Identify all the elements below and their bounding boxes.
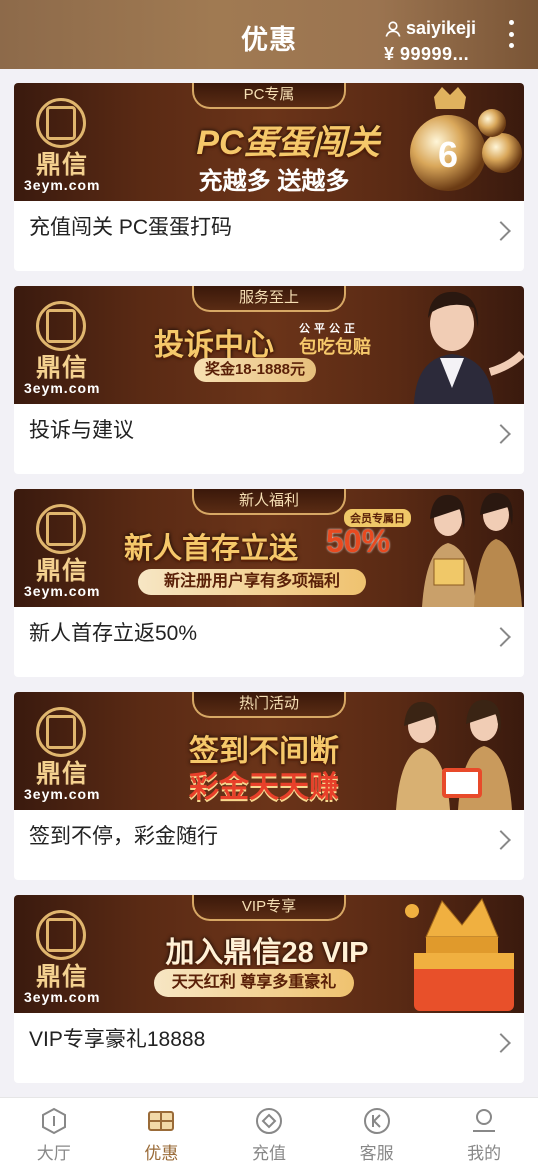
site-url: 3eym.com xyxy=(24,177,101,193)
promo-title: VIP专享豪礼18888 xyxy=(29,1028,206,1051)
brand-name: 鼎信 xyxy=(36,151,89,179)
svg-text:6: 6 xyxy=(438,134,458,175)
banner-sub: 新注册用户享有多项福利 xyxy=(138,569,366,595)
site-url: 3eym.com xyxy=(24,583,101,599)
brand-logo-icon xyxy=(36,504,86,554)
agent-portrait-icon xyxy=(414,291,524,404)
tab-label: 优惠 xyxy=(144,1144,179,1163)
bottom-tab-bar: 大厅 优惠 充值 客服 我的 xyxy=(0,1097,538,1165)
banner-tab: 新人福利 xyxy=(192,489,346,515)
brand-name: 鼎信 xyxy=(36,557,89,585)
site-url: 3eym.com xyxy=(24,380,101,396)
brand-logo-icon xyxy=(36,301,86,351)
more-menu-icon[interactable] xyxy=(503,20,519,48)
chevron-right-icon[interactable] xyxy=(491,627,511,647)
tab-label: 大厅 xyxy=(36,1144,71,1163)
banner-headline: PC蛋蛋闯关 xyxy=(196,124,380,162)
chevron-right-icon[interactable] xyxy=(491,221,511,241)
support-icon xyxy=(363,1108,390,1134)
promo-title: 投诉与建议 xyxy=(29,419,134,442)
vip-crown-icon xyxy=(405,898,514,1011)
site-url: 3eym.com xyxy=(24,989,101,1005)
lobby-icon xyxy=(41,1107,66,1135)
banner-percent: 50% xyxy=(326,523,391,559)
promo-card[interactable]: 热门活动 鼎信 3eym.com 签到不间断 彩金天天赚 签到不停，彩金随行 xyxy=(14,692,524,880)
user-info[interactable]: saiyikeji xyxy=(384,18,476,39)
tab-deposit[interactable]: 充值 xyxy=(215,1098,323,1165)
site-url: 3eym.com xyxy=(24,786,101,802)
brand-name: 鼎信 xyxy=(36,760,89,788)
promo-icon xyxy=(148,1111,175,1131)
user-icon xyxy=(385,20,401,37)
banner-headline: 加入鼎信28 VIP xyxy=(165,937,369,969)
tab-label: 客服 xyxy=(359,1144,394,1163)
promo-banner[interactable]: 新人福利 鼎信 3eym.com 新人首存立送 会员专属日 50% 新注册用户享… xyxy=(14,489,524,607)
brand-name: 鼎信 xyxy=(36,963,89,991)
promo-card[interactable]: VIP专享 鼎信 3eym.com 加入鼎信28 VIP 天天红利 尊享多重豪礼… xyxy=(14,895,524,1083)
promo-card[interactable]: 新人福利 鼎信 3eym.com 新人首存立送 会员专属日 50% 新注册用户享… xyxy=(14,489,524,677)
banner-sub: 奖金18-1888元 xyxy=(194,358,316,382)
golden-egg-icon: 6 xyxy=(410,87,522,191)
brand-logo-icon xyxy=(36,910,86,960)
top-header: 优惠 saiyikeji ¥ 99999... xyxy=(0,0,538,69)
brand-name: 鼎信 xyxy=(36,354,89,382)
checkin-models-icon xyxy=(396,699,512,810)
banner-tab: 服务至上 xyxy=(192,286,346,312)
promo-title: 新人首存立返50% xyxy=(29,622,198,645)
deposit-icon xyxy=(255,1108,282,1134)
promo-card[interactable]: PC专属 鼎信 3eym.com PC蛋蛋闯关 充越多 送越多 6 充值闯关 P… xyxy=(14,83,524,271)
chevron-right-icon[interactable] xyxy=(491,1033,511,1053)
promo-list: PC专属 鼎信 3eym.com PC蛋蛋闯关 充越多 送越多 6 充值闯关 P… xyxy=(14,83,524,1098)
promo-card[interactable]: 服务至上 鼎信 3eym.com 投诉中心 公平公正 包吃包赔 奖金18-188… xyxy=(14,286,524,474)
promo-banner[interactable]: VIP专享 鼎信 3eym.com 加入鼎信28 VIP 天天红利 尊享多重豪礼 xyxy=(14,895,524,1013)
banner-tab: PC专属 xyxy=(192,83,346,109)
promo-banner[interactable]: 服务至上 鼎信 3eym.com 投诉中心 公平公正 包吃包赔 奖金18-188… xyxy=(14,286,524,404)
promo-title: 签到不停，彩金随行 xyxy=(29,825,218,848)
profile-icon xyxy=(473,1109,496,1132)
chevron-right-icon[interactable] xyxy=(491,830,511,850)
banner-sub: 天天红利 尊享多重豪礼 xyxy=(154,969,354,997)
banner-headline: 新人首存立送 xyxy=(124,533,299,565)
promo-banner[interactable]: 热门活动 鼎信 3eym.com 签到不间断 彩金天天赚 xyxy=(14,692,524,810)
banner-sub: 充越多 送越多 xyxy=(198,168,350,195)
promo-title: 充值闯关 PC蛋蛋打码 xyxy=(29,216,233,239)
tab-support[interactable]: 客服 xyxy=(323,1098,431,1165)
promo-models-icon xyxy=(422,492,522,607)
brand-logo-icon xyxy=(36,707,86,757)
username: saiyikeji xyxy=(406,18,477,38)
balance: ¥ 99999... xyxy=(384,44,470,64)
tab-promo[interactable]: 优惠 xyxy=(108,1098,216,1165)
banner-tab: VIP专享 xyxy=(192,895,346,921)
banner-tab: 热门活动 xyxy=(192,692,346,718)
tab-label: 充值 xyxy=(251,1144,286,1163)
chevron-right-icon[interactable] xyxy=(491,424,511,444)
banner-side-text: 包吃包赔 xyxy=(299,337,371,357)
tab-lobby[interactable]: 大厅 xyxy=(0,1098,108,1165)
brand-logo-icon xyxy=(36,98,86,148)
banner-sub: 彩金天天赚 xyxy=(189,771,339,804)
tab-label: 我的 xyxy=(467,1144,502,1163)
promo-banner[interactable]: PC专属 鼎信 3eym.com PC蛋蛋闯关 充越多 送越多 6 xyxy=(14,83,524,201)
tab-profile[interactable]: 我的 xyxy=(430,1098,538,1165)
